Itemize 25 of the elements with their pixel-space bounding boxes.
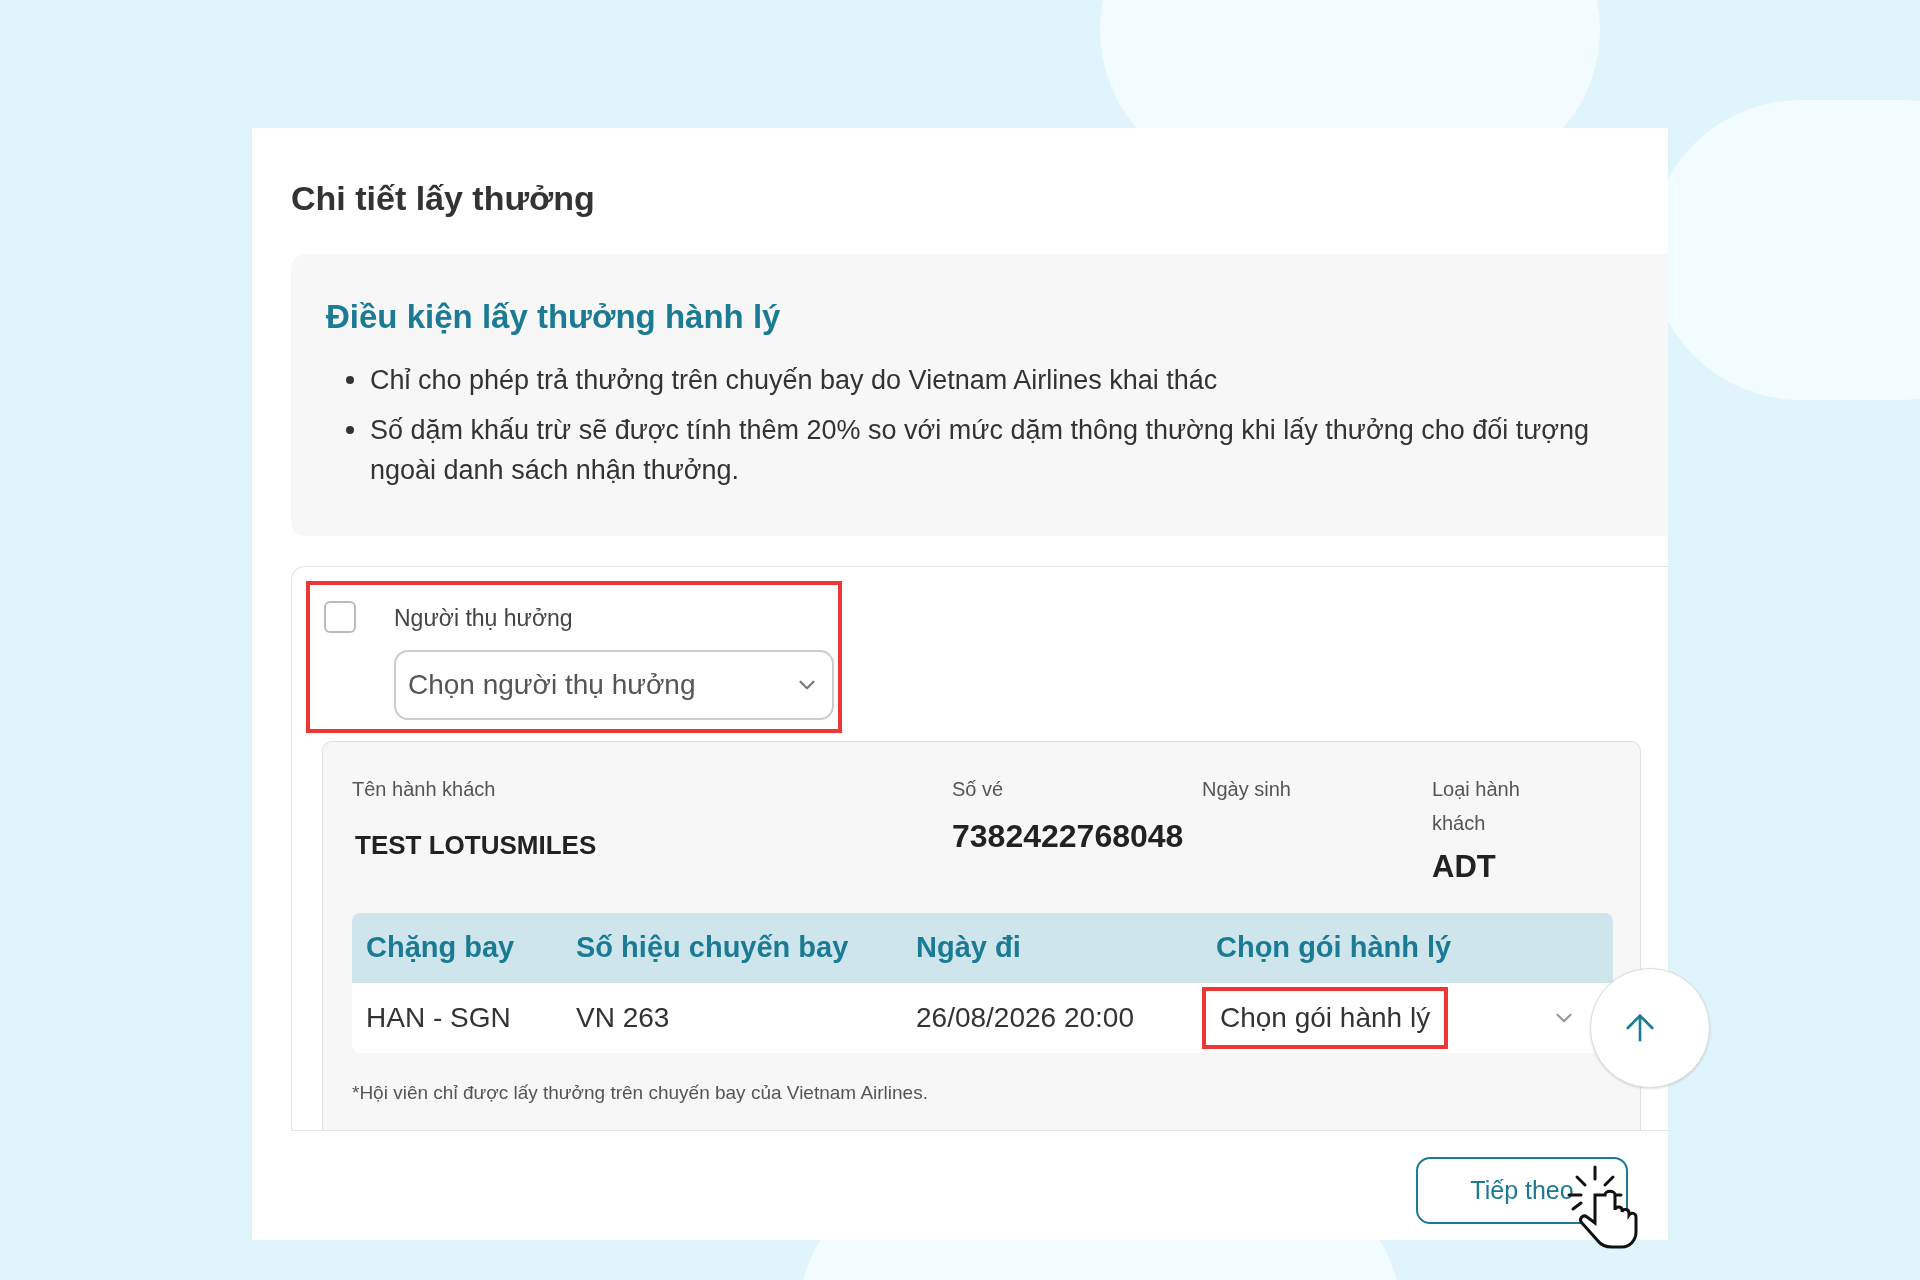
field-value: TEST LOTUSMILES — [354, 829, 597, 862]
condition-text: Chỉ cho phép trả thưởng trên chuyến bay do Vietnam Airlines khai thác — [370, 363, 1219, 397]
bullet-icon — [346, 425, 354, 434]
condition-text: Số dặm khấu trừ sẽ được tính thêm 20% so với mức dặm thông thường khi lấy thưởng cho đối tượng ngoài danh sách nhận thưởng. — [370, 413, 1591, 487]
table-cell-text: 26/08/2026 20:00 — [916, 1000, 1134, 1035]
beneficiary-select[interactable]: Chọn người thụ hưởng — [394, 649, 834, 720]
table-cell-text: HAN - SGN — [366, 1000, 511, 1035]
field-value: ADT — [1432, 848, 1496, 886]
table-cell-text: VN 263 — [576, 1000, 670, 1035]
column-header: Chặng bay — [366, 929, 515, 965]
field-label: Tên hành khách — [352, 777, 496, 802]
field-label: Loại hành khách — [1432, 777, 1521, 836]
checkbox[interactable] — [324, 601, 356, 633]
bullet-icon — [346, 375, 354, 384]
section-title: Chi tiết lấy thưởng — [291, 178, 595, 219]
conditions-heading: Điều kiện lấy thưởng hành lý — [326, 297, 781, 337]
field-label: Người thụ hưởng — [394, 604, 573, 633]
column-header: Chọn gói hành lý — [1216, 929, 1452, 965]
field-label: Ngày sinh — [1202, 777, 1291, 802]
footnote: *Hội viên chỉ được lấy thưởng trên chuyến bay của Vietnam Airlines. — [352, 1080, 928, 1105]
next-button[interactable]: Tiếp theo — [1416, 1157, 1628, 1224]
field-value: 7382422768048 — [952, 817, 1184, 856]
column-header: Số hiệu chuyến bay — [576, 929, 849, 965]
field-label: Số vé — [952, 777, 1004, 802]
column-header: Ngày đi — [916, 929, 1021, 965]
